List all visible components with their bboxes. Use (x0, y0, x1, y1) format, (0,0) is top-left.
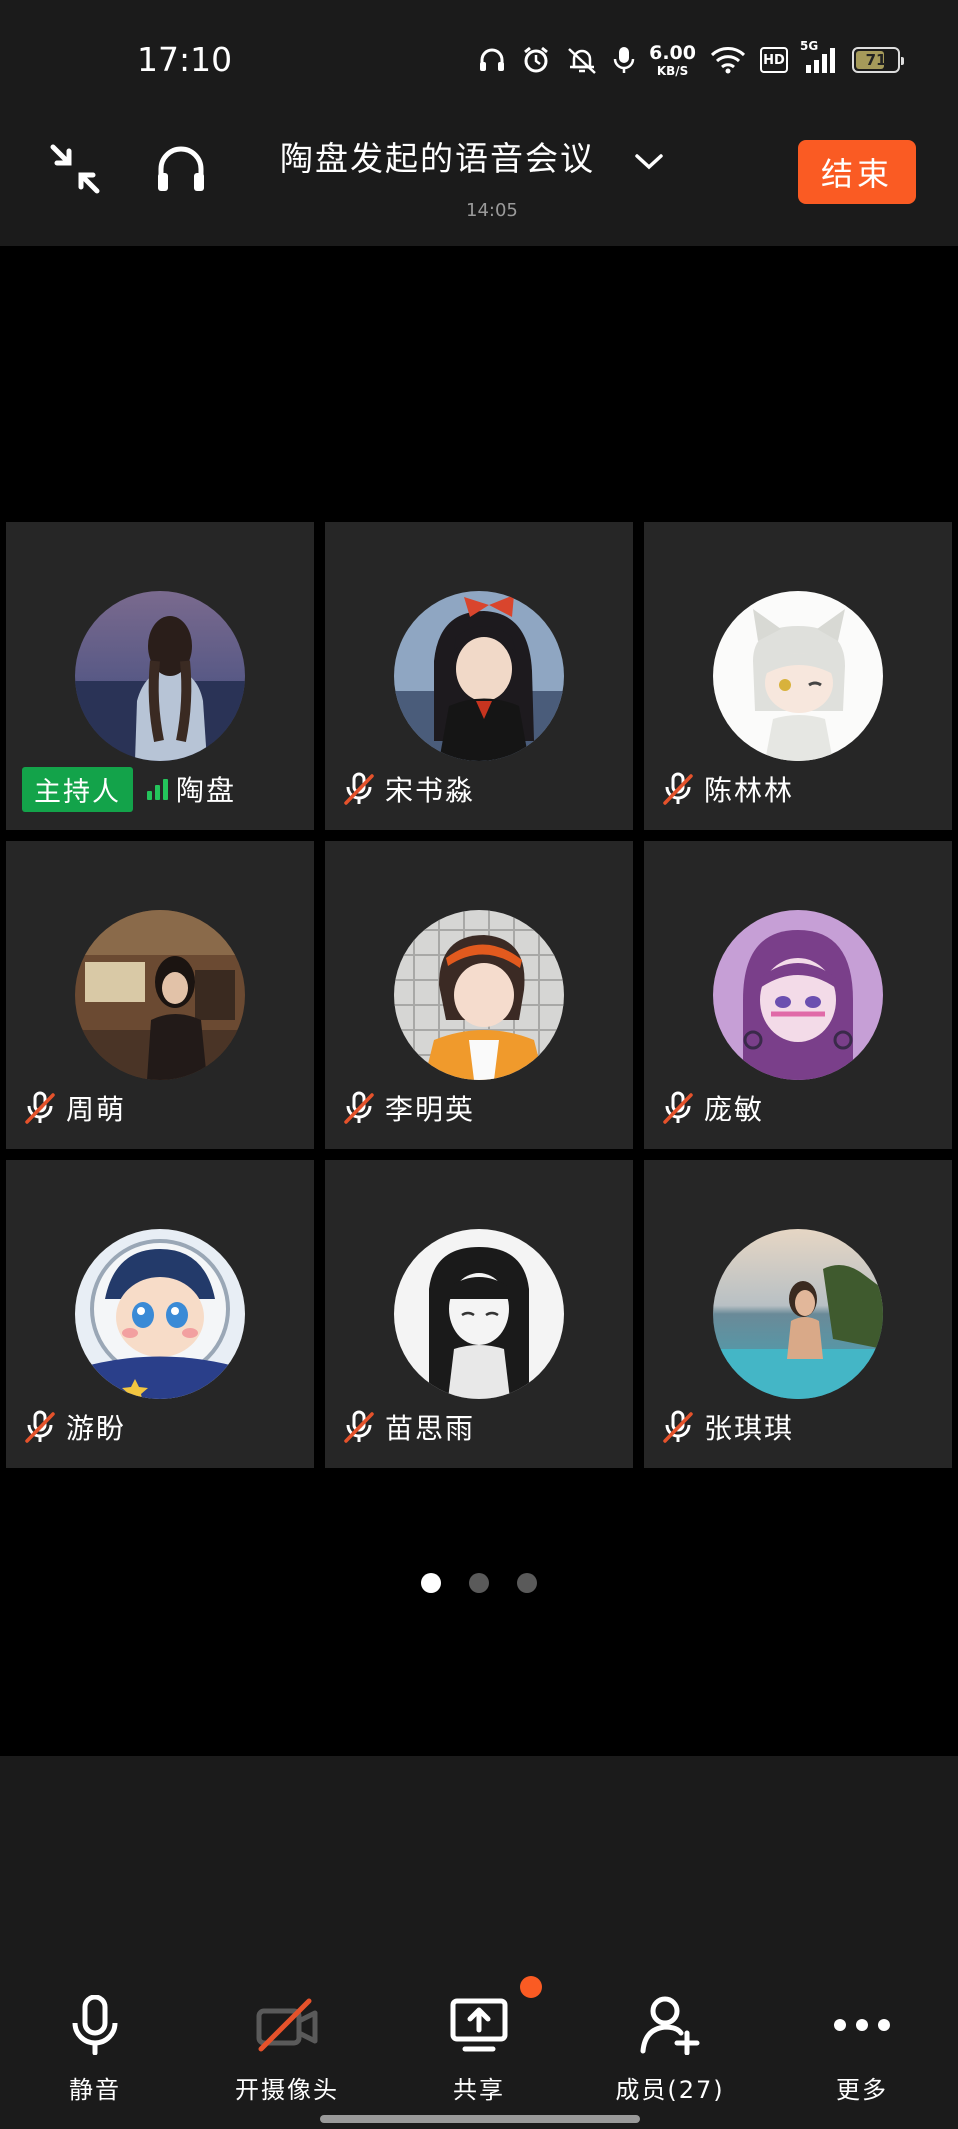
girl-cafe-photo-avatar (75, 910, 245, 1080)
wifi-icon (710, 46, 746, 74)
collapse-arrows-icon (47, 141, 103, 201)
participant-label: 周萌 (22, 1086, 126, 1130)
meeting-screen: 17:10 6.00 KB/S HD 5G 71 陶盘发起的语音会议 14:05… (0, 0, 958, 2129)
mic-muted-icon (341, 771, 377, 807)
participant-name: 张琪琪 (704, 1412, 795, 1445)
participant-tile[interactable]: 陈林林 (644, 522, 952, 830)
net-speed-value: 6.00 (649, 41, 696, 64)
participant-label: 游盼 (22, 1405, 126, 1449)
mute-label: 静音 (69, 2076, 121, 2104)
participant-tile[interactable]: 李明英 (325, 841, 633, 1149)
bell-muted-icon (565, 45, 599, 75)
participant-label: 苗思雨 (341, 1405, 475, 1449)
camera-label: 开摄像头 (235, 2076, 339, 2104)
meeting-title: 陶盘发起的语音会议 (280, 139, 595, 178)
participant-name: 李明英 (385, 1093, 476, 1126)
audio-level-icon (147, 778, 168, 800)
participant-name: 苗思雨 (385, 1412, 476, 1445)
participant-tile[interactable]: 张琪琪 (644, 1160, 952, 1468)
anime-cat-boy-avatar (713, 591, 883, 761)
participant-label: 陈林林 (660, 767, 794, 811)
chevron-down-icon (634, 152, 664, 176)
mute-button[interactable]: 静音 (15, 1992, 175, 2112)
camera-off-icon (255, 1992, 319, 2058)
girl-braids-avatar (75, 591, 245, 761)
participant-tile[interactable]: 游盼 (6, 1160, 314, 1468)
page-dot[interactable] (469, 1573, 489, 1593)
girl-pool-photo-avatar (713, 1229, 883, 1399)
share-screen-icon (449, 1992, 509, 2058)
bottom-toolbar: 静音 开摄像头 共享 成员(27) 更多 (0, 1966, 958, 2129)
status-icons: 6.00 KB/S HD 5G 71 (477, 38, 904, 82)
status-bar: 17:10 6.00 KB/S HD 5G 71 (0, 0, 958, 118)
page-dot[interactable] (517, 1573, 537, 1593)
share-notification-dot (520, 1976, 542, 1998)
page-indicator (0, 1573, 958, 1595)
mic-muted-icon (22, 1409, 58, 1445)
meeting-title-button[interactable]: 陶盘发起的语音会议 14:05 (280, 132, 680, 222)
manga-girl-sketch-avatar (394, 1229, 564, 1399)
home-indicator[interactable] (320, 2115, 640, 2123)
participant-name: 陶盘 (176, 774, 237, 807)
participant-tile[interactable]: 主持人 陶盘 (6, 522, 314, 830)
meeting-duration: 14:05 (466, 200, 518, 221)
participant-label: 庞敏 (660, 1086, 764, 1130)
members-label: 成员(27) (615, 2076, 725, 2104)
page-dot[interactable] (421, 1573, 441, 1593)
mic-muted-icon (660, 771, 696, 807)
minimize-button[interactable] (44, 140, 106, 202)
participant-tile[interactable]: 庞敏 (644, 841, 952, 1149)
microphone-icon (70, 1992, 120, 2058)
anime-girl-purple-avatar (713, 910, 883, 1080)
participant-label: 主持人 陶盘 (22, 766, 237, 812)
participant-tile[interactable]: 宋书淼 (325, 522, 633, 830)
net-speed-unit: KB/S (656, 63, 689, 78)
anime-girl-red-bow-avatar (394, 591, 564, 761)
audio-output-button[interactable] (150, 140, 212, 202)
participant-name: 宋书淼 (385, 774, 476, 807)
headphones-icon (153, 141, 209, 201)
alarm-icon (521, 45, 551, 75)
status-time: 17:10 (137, 40, 233, 79)
battery-indicator: 71 (852, 47, 904, 73)
network-type: 5G (800, 39, 819, 53)
headphones-status-icon (477, 45, 507, 75)
cartoon-astronaut-avatar (75, 1229, 245, 1399)
lower-panel (0, 1756, 958, 1966)
cellular-signal-icon: 5G (800, 39, 838, 75)
battery-level: 71 (865, 51, 887, 69)
participant-label: 宋书淼 (341, 767, 475, 811)
participant-name: 游盼 (66, 1412, 127, 1445)
meeting-header: 陶盘发起的语音会议 14:05 结束 (0, 118, 958, 246)
members-button[interactable]: 成员(27) (590, 1992, 750, 2112)
mic-muted-icon (341, 1409, 377, 1445)
participant-name: 庞敏 (704, 1093, 765, 1126)
add-member-icon (639, 1992, 701, 2058)
participant-tile[interactable]: 周萌 (6, 841, 314, 1149)
mic-muted-icon (341, 1090, 377, 1126)
girl-orange-headband-avatar (394, 910, 564, 1080)
mic-muted-icon (660, 1409, 696, 1445)
camera-button[interactable]: 开摄像头 (207, 1992, 367, 2112)
more-dots-icon (832, 1992, 892, 2058)
participant-name: 周萌 (66, 1093, 127, 1126)
participant-grid: 主持人 陶盘 宋书淼 陈林林 周萌 李明英 庞敏 游盼 苗思雨 张琪琪 (6, 522, 954, 1468)
mic-muted-icon (660, 1090, 696, 1126)
mic-status-icon (613, 45, 635, 75)
participant-label: 张琪琪 (660, 1405, 794, 1449)
host-badge: 主持人 (22, 766, 133, 812)
more-label: 更多 (836, 2076, 888, 2104)
participant-name: 陈林林 (704, 774, 795, 807)
participant-tile[interactable]: 苗思雨 (325, 1160, 633, 1468)
hd-badge: HD (760, 47, 788, 73)
net-speed: 6.00 KB/S (649, 41, 696, 78)
participant-label: 李明英 (341, 1086, 475, 1130)
share-label: 共享 (453, 2076, 505, 2104)
share-button[interactable]: 共享 (399, 1992, 559, 2112)
end-meeting-button[interactable]: 结束 (798, 140, 916, 204)
more-button[interactable]: 更多 (782, 1992, 942, 2112)
mic-muted-icon (22, 1090, 58, 1126)
